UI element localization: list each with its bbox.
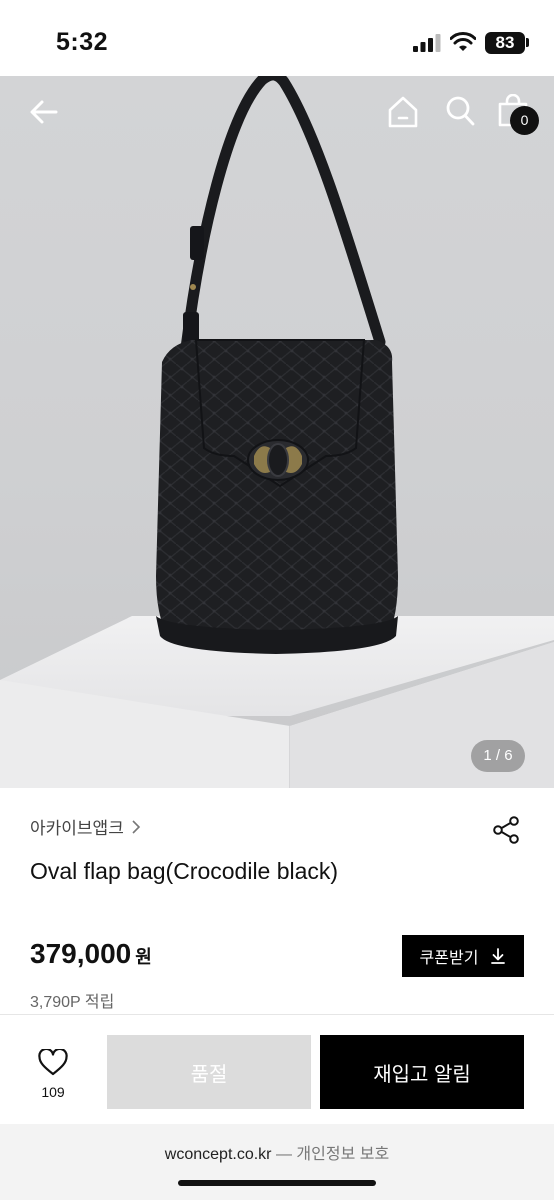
status-time: 5:32: [56, 28, 109, 56]
browser-privacy-label: 개인정보 보호: [296, 1146, 390, 1163]
browser-domain: wconcept.co.kr: [164, 1146, 272, 1163]
price-row: 379,000 원: [30, 938, 152, 970]
cart-count-badge: 0: [510, 106, 539, 135]
product-image-gallery[interactable]: 0 1 / 6: [0, 76, 554, 788]
price-currency: 원: [135, 947, 152, 967]
like-count: 109: [41, 1084, 65, 1100]
download-icon: [491, 948, 506, 964]
price-value: 379,000: [30, 938, 132, 969]
back-arrow-icon[interactable]: [26, 94, 62, 130]
soldout-button[interactable]: 품절: [107, 1035, 311, 1109]
browser-url-bar[interactable]: wconcept.co.kr — 개인정보 보호: [0, 1140, 554, 1164]
search-icon[interactable]: [444, 94, 476, 128]
status-bar: 5:32 83: [0, 0, 554, 76]
restock-alert-button[interactable]: 재입고 알림: [320, 1035, 524, 1109]
product-image: [0, 76, 554, 788]
chevron-right-icon: [132, 819, 140, 834]
browser-separator: —: [275, 1146, 292, 1163]
coupon-button[interactable]: 쿠폰받기: [402, 935, 524, 977]
battery-icon: 83: [485, 32, 525, 54]
like-button[interactable]: 109: [30, 1049, 76, 1105]
battery-tip: [526, 38, 529, 47]
browser-footer: wconcept.co.kr — 개인정보 보호: [0, 1124, 554, 1200]
coupon-label: 쿠폰받기: [419, 950, 479, 967]
signal-icon: [413, 34, 441, 52]
points-text: 3,790P 적립: [30, 994, 115, 1011]
image-page-indicator: 1 / 6: [471, 740, 525, 772]
brand-name: 아카이브앱크: [30, 819, 124, 838]
share-icon[interactable]: [492, 815, 520, 845]
product-title: Oval flap bag(Crocodile black): [30, 858, 339, 884]
home-icon[interactable]: [386, 94, 420, 130]
wifi-icon: [450, 32, 476, 51]
heart-icon: [38, 1049, 68, 1076]
brand-link[interactable]: 아카이브앱크: [30, 814, 142, 839]
bottom-action-bar: 109 품절 재입고 알림: [0, 1014, 554, 1124]
home-indicator[interactable]: [178, 1180, 376, 1186]
